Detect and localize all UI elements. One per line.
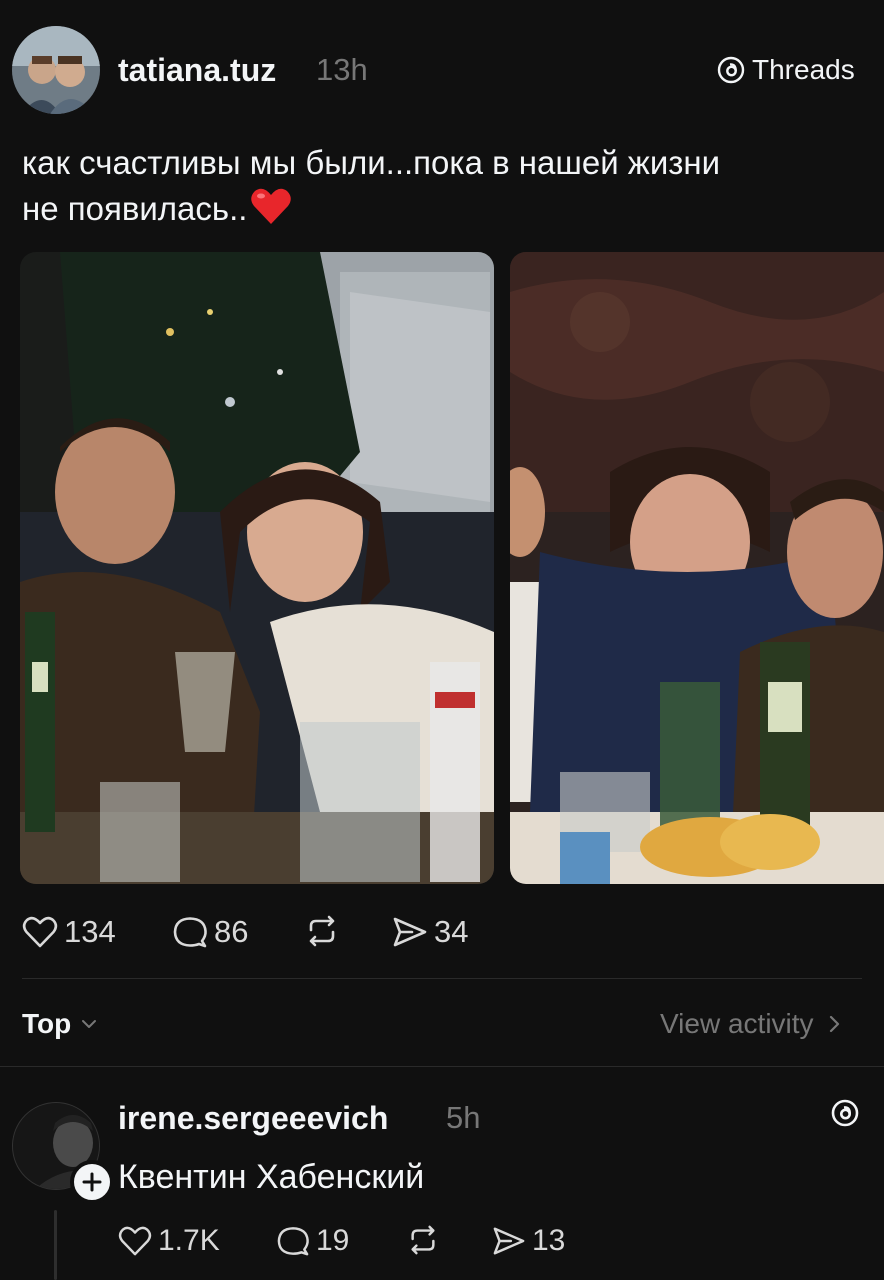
reply-like-button[interactable]: 1.7K xyxy=(118,1224,220,1258)
post-repost-button[interactable] xyxy=(304,914,340,948)
post-divider xyxy=(22,978,862,979)
post-share-count: 34 xyxy=(434,914,469,949)
view-activity-label: View activity xyxy=(660,1008,814,1039)
heart-icon xyxy=(22,915,58,949)
chevron-down-icon xyxy=(79,1014,99,1034)
reply-timestamp: 5h xyxy=(446,1100,481,1135)
chevron-right-icon xyxy=(826,1013,844,1035)
follow-plus-button[interactable] xyxy=(70,1160,114,1204)
reply-comment-count: 19 xyxy=(316,1224,350,1257)
repost-icon xyxy=(406,1224,440,1256)
post-photo-1[interactable] xyxy=(20,252,494,884)
threads-label: Threads xyxy=(752,54,855,85)
repost-icon xyxy=(304,914,340,948)
post-share-button[interactable]: 34 xyxy=(392,914,468,950)
reply-share-button[interactable]: 13 xyxy=(492,1224,565,1258)
share-icon xyxy=(492,1225,526,1257)
post-comment-button[interactable]: 86 xyxy=(172,914,248,950)
post-timestamp: 13h xyxy=(316,52,368,87)
post-text-line-1: как счастливы мы были...пока в нашей жиз… xyxy=(22,144,721,181)
post-username[interactable]: tatiana.tuz xyxy=(118,52,276,88)
reply-username[interactable]: irene.sergeeevich xyxy=(118,1100,388,1136)
comment-icon xyxy=(172,915,208,949)
section-divider xyxy=(0,1066,884,1067)
post-photo-2[interactable] xyxy=(510,252,884,884)
post-author-avatar[interactable] xyxy=(12,26,100,114)
view-activity-link[interactable]: View activity xyxy=(660,1008,844,1040)
post-text-line-2: не появилась..❤️ xyxy=(22,186,872,232)
threads-badge[interactable]: Threads xyxy=(716,54,855,86)
post-like-count: 134 xyxy=(64,914,116,949)
reply-threads-icon-button[interactable] xyxy=(830,1098,860,1128)
post-text-line-2-text: не появилась.. xyxy=(22,190,248,227)
reply-text: Квентин Хабенский xyxy=(118,1158,425,1196)
comment-icon xyxy=(276,1225,310,1257)
plus-icon xyxy=(81,1171,103,1193)
post-text: как счастливы мы были...пока в нашей жиз… xyxy=(22,140,872,232)
reply-share-count: 13 xyxy=(532,1224,566,1257)
heart-emoji-icon xyxy=(249,186,293,226)
reply-like-count: 1.7K xyxy=(158,1224,220,1257)
threads-logo-icon xyxy=(830,1098,860,1128)
heart-icon xyxy=(118,1225,152,1257)
post-comment-count: 86 xyxy=(214,914,249,949)
share-icon xyxy=(392,915,428,949)
reply-comment-button[interactable]: 19 xyxy=(276,1224,349,1258)
sort-label: Top xyxy=(22,1008,72,1039)
sort-dropdown[interactable]: Top xyxy=(22,1008,99,1040)
reply-thread-line xyxy=(54,1210,57,1280)
reply-repost-button[interactable] xyxy=(406,1224,440,1256)
threads-logo-icon xyxy=(716,55,746,85)
post-like-button[interactable]: 134 xyxy=(22,914,116,950)
